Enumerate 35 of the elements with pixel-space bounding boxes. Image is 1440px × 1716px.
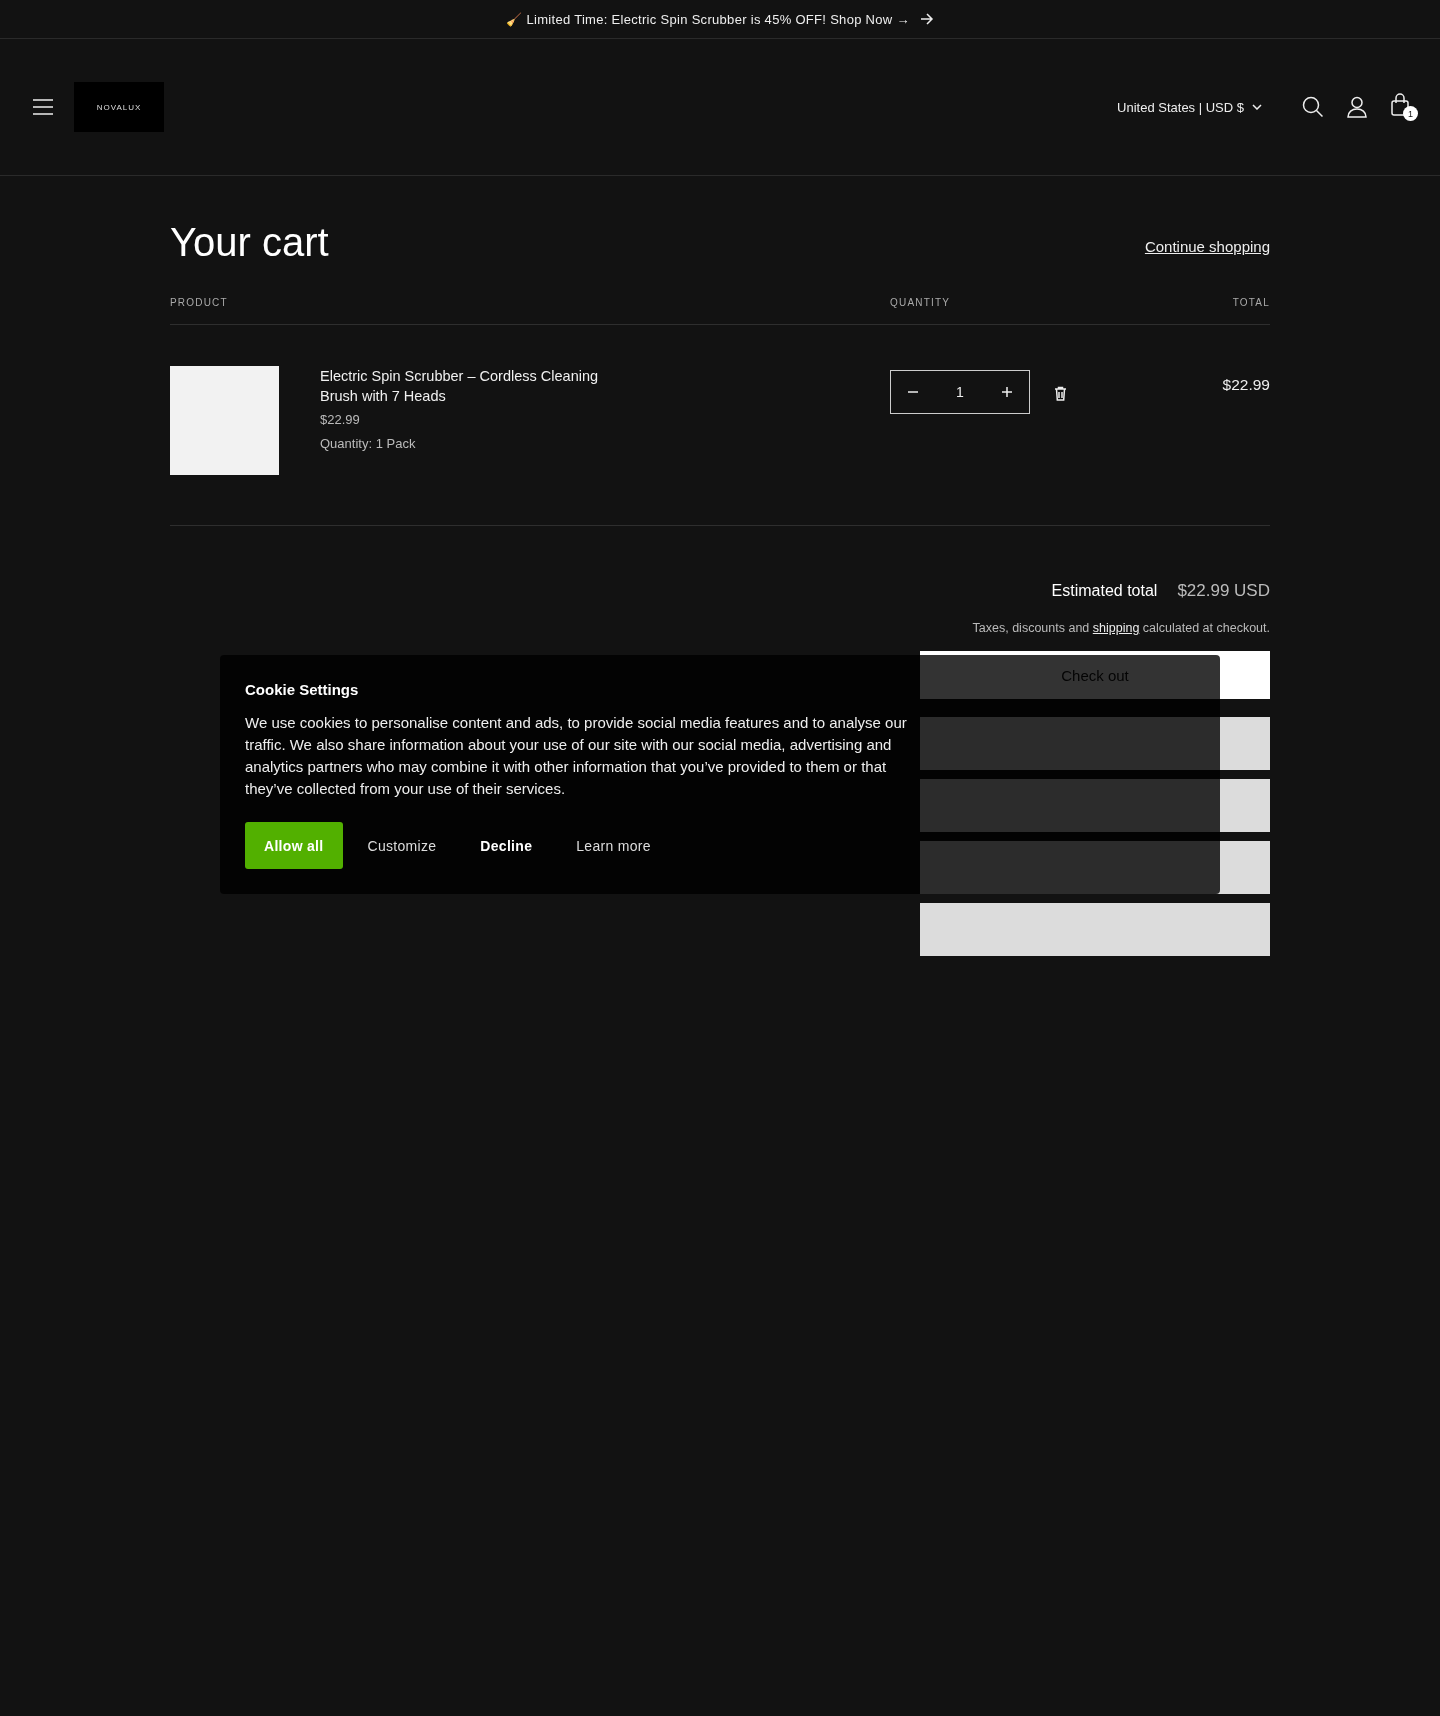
person-icon: [1346, 96, 1368, 118]
column-header: PRODUCT: [170, 297, 229, 308]
product-option: Quantity: 1 Pack: [320, 436, 416, 451]
quantity-value[interactable]: 1: [956, 384, 964, 400]
product-price: $22.99: [320, 412, 360, 427]
chevron-down-icon: [1252, 104, 1262, 110]
column-header: TOTAL: [1231, 297, 1270, 308]
cookie-button[interactable]: Customize: [348, 822, 456, 869]
cookie-button[interactable]: Decline: [461, 822, 552, 869]
column-header: QUANTITY: [890, 297, 952, 308]
cart-count-badge: 1: [1403, 106, 1418, 121]
shipping-link[interactable]: shipping: [1092, 621, 1140, 635]
cookie-description: We use cookies to personalise content and ads, to provide social media features and to analyse our traffic. We also share information about your use of our site with our social media, advertising and analytics partners who may combine it with other information that you’ve provided to them or that they’ve collected from your use of their services.: [245, 713, 908, 799]
tax-note: Taxes, discounts and shipping calculated at checkout.: [971, 621, 1270, 635]
product-name-link[interactable]: Electric Spin Scrubber – Cordless Cleaning Brush with 7 Heads: [320, 366, 630, 406]
search-icon: [1302, 96, 1324, 118]
continue-shopping-link[interactable]: Continue shopping: [1144, 238, 1270, 255]
menu-icon: [32, 98, 54, 116]
estimated-total-label: Estimated total: [1051, 582, 1158, 600]
plus-icon: [1001, 386, 1013, 398]
country-selector[interactable]: United States | USD $: [1117, 99, 1262, 115]
store-logo[interactable]: NOVALUX: [74, 82, 164, 132]
announcement-link[interactable]: 🧹 Limited Time: Electric Spin Scrubber is 45% OFF! Shop Now →: [506, 11, 910, 27]
arrow-icon: [919, 13, 934, 25]
menu-button[interactable]: [32, 98, 54, 116]
line-total: $22.99: [1221, 375, 1270, 395]
page-title: Your cart: [170, 220, 329, 265]
account-button[interactable]: [1346, 96, 1368, 118]
estimated-total-value: $22.99 USD: [1177, 581, 1270, 601]
shopping-bag-icon: [1390, 93, 1410, 117]
trash-icon: [1054, 385, 1067, 401]
cookie-title: Cookie Settings: [245, 681, 360, 698]
cookie-button[interactable]: Learn more: [557, 822, 670, 869]
search-button[interactable]: [1302, 96, 1324, 118]
cart-button[interactable]: 1: [1390, 93, 1418, 121]
